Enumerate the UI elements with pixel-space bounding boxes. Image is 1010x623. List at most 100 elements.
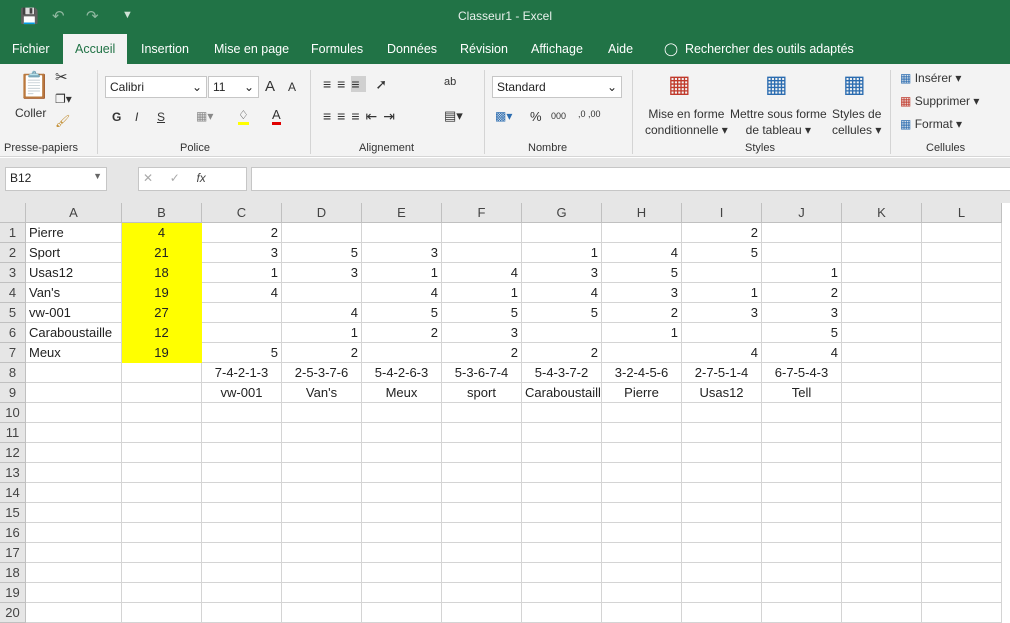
cut-icon[interactable]: ✂: [55, 68, 68, 86]
cell-I17[interactable]: [682, 543, 762, 563]
cell-C9[interactable]: vw-001: [202, 383, 282, 403]
cell-J4[interactable]: 2: [762, 283, 842, 303]
cell-D8[interactable]: 2-5-3-7-6: [282, 363, 362, 383]
cell-D14[interactable]: [282, 483, 362, 503]
cell-A12[interactable]: [26, 443, 122, 463]
decimal-icons[interactable]: ,0 ,00: [578, 109, 601, 119]
cell-F9[interactable]: sport: [442, 383, 522, 403]
cell-K20[interactable]: [842, 603, 922, 623]
cell-J11[interactable]: [762, 423, 842, 443]
cell-H12[interactable]: [602, 443, 682, 463]
cell-H19[interactable]: [602, 583, 682, 603]
row-header-7[interactable]: 7: [0, 343, 26, 363]
insert-button[interactable]: ▦ Insérer ▾: [900, 71, 961, 85]
cell-L1[interactable]: [922, 223, 1002, 243]
cell-E2[interactable]: 3: [362, 243, 442, 263]
cell-B11[interactable]: [122, 423, 202, 443]
cell-A8[interactable]: [26, 363, 122, 383]
row-header-2[interactable]: 2: [0, 243, 26, 263]
cell-I5[interactable]: 3: [682, 303, 762, 323]
cell-K11[interactable]: [842, 423, 922, 443]
cell-B9[interactable]: [122, 383, 202, 403]
cell-D10[interactable]: [282, 403, 362, 423]
cell-J3[interactable]: 1: [762, 263, 842, 283]
cell-F19[interactable]: [442, 583, 522, 603]
cell-F6[interactable]: 3: [442, 323, 522, 343]
cell-H13[interactable]: [602, 463, 682, 483]
cell-C14[interactable]: [202, 483, 282, 503]
cell-C16[interactable]: [202, 523, 282, 543]
format-button[interactable]: ▦ Format ▾: [900, 117, 962, 131]
cell-G14[interactable]: [522, 483, 602, 503]
cell-B6[interactable]: 12: [122, 323, 202, 343]
cell-A9[interactable]: [26, 383, 122, 403]
cell-B12[interactable]: [122, 443, 202, 463]
cell-E10[interactable]: [362, 403, 442, 423]
cell-C17[interactable]: [202, 543, 282, 563]
cell-I19[interactable]: [682, 583, 762, 603]
cell-G4[interactable]: 4: [522, 283, 602, 303]
row-header-14[interactable]: 14: [0, 483, 26, 503]
cell-D17[interactable]: [282, 543, 362, 563]
cell-D16[interactable]: [282, 523, 362, 543]
cell-D15[interactable]: [282, 503, 362, 523]
cell-F12[interactable]: [442, 443, 522, 463]
cell-L12[interactable]: [922, 443, 1002, 463]
cell-J2[interactable]: [762, 243, 842, 263]
cell-H9[interactable]: Pierre: [602, 383, 682, 403]
cell-F18[interactable]: [442, 563, 522, 583]
cell-J8[interactable]: 6-7-5-4-3: [762, 363, 842, 383]
cell-G15[interactable]: [522, 503, 602, 523]
cell-K5[interactable]: [842, 303, 922, 323]
row-header-18[interactable]: 18: [0, 563, 26, 583]
cell-C19[interactable]: [202, 583, 282, 603]
cell-B4[interactable]: 19: [122, 283, 202, 303]
cell-E19[interactable]: [362, 583, 442, 603]
cell-A10[interactable]: [26, 403, 122, 423]
cell-L4[interactable]: [922, 283, 1002, 303]
cell-K13[interactable]: [842, 463, 922, 483]
merge-icon[interactable]: ▤▾: [444, 108, 463, 124]
cell-D2[interactable]: 5: [282, 243, 362, 263]
cell-B20[interactable]: [122, 603, 202, 623]
tab-affichage[interactable]: Affichage: [519, 34, 595, 64]
cell-I10[interactable]: [682, 403, 762, 423]
tab-insertion[interactable]: Insertion: [129, 34, 201, 64]
cell-B7[interactable]: 19: [122, 343, 202, 363]
cell-F17[interactable]: [442, 543, 522, 563]
cell-F13[interactable]: [442, 463, 522, 483]
cell-E11[interactable]: [362, 423, 442, 443]
cell-H6[interactable]: 1: [602, 323, 682, 343]
cell-K3[interactable]: [842, 263, 922, 283]
cell-G20[interactable]: [522, 603, 602, 623]
tab-revision[interactable]: Révision: [448, 34, 520, 64]
cell-I2[interactable]: 5: [682, 243, 762, 263]
cell-G7[interactable]: 2: [522, 343, 602, 363]
cell-G13[interactable]: [522, 463, 602, 483]
cell-E13[interactable]: [362, 463, 442, 483]
cell-B19[interactable]: [122, 583, 202, 603]
cell-C13[interactable]: [202, 463, 282, 483]
cell-B5[interactable]: 27: [122, 303, 202, 323]
cell-K6[interactable]: [842, 323, 922, 343]
bold-button[interactable]: G: [112, 110, 121, 124]
cell-H7[interactable]: [602, 343, 682, 363]
cell-H14[interactable]: [602, 483, 682, 503]
cell-J13[interactable]: [762, 463, 842, 483]
cell-K9[interactable]: [842, 383, 922, 403]
cell-G8[interactable]: 5-4-3-7-2: [522, 363, 602, 383]
cell-A11[interactable]: [26, 423, 122, 443]
cell-C12[interactable]: [202, 443, 282, 463]
row-header-6[interactable]: 6: [0, 323, 26, 343]
cell-J15[interactable]: [762, 503, 842, 523]
row-header-15[interactable]: 15: [0, 503, 26, 523]
cell-A18[interactable]: [26, 563, 122, 583]
cell-I1[interactable]: 2: [682, 223, 762, 243]
cell-L8[interactable]: [922, 363, 1002, 383]
search-tools[interactable]: ◯ Rechercher des outils adaptés: [652, 34, 866, 64]
cell-C10[interactable]: [202, 403, 282, 423]
cell-C15[interactable]: [202, 503, 282, 523]
italic-button[interactable]: I: [135, 110, 138, 124]
cell-K4[interactable]: [842, 283, 922, 303]
cell-J14[interactable]: [762, 483, 842, 503]
